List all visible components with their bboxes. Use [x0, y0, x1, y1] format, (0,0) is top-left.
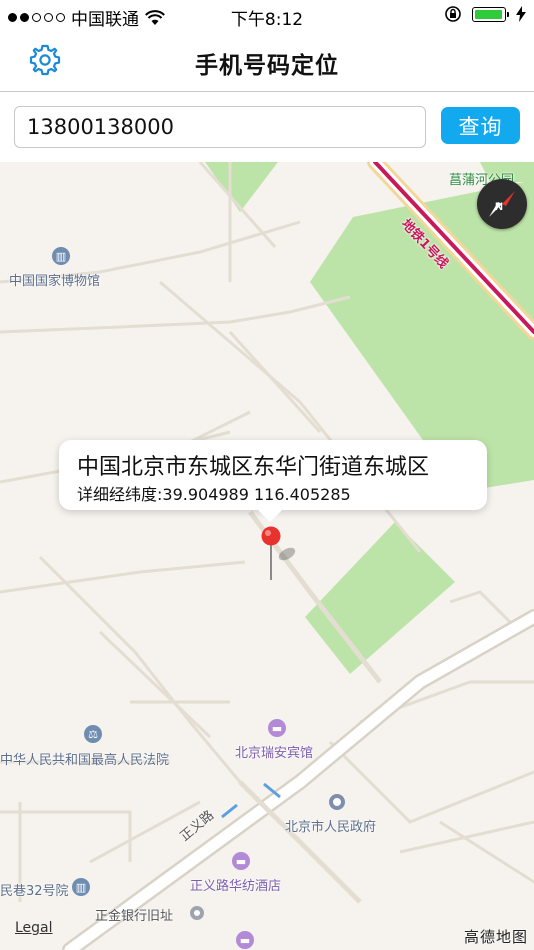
svg-text:N: N: [495, 201, 503, 213]
legal-link[interactable]: Legal: [15, 920, 53, 936]
location-callout[interactable]: 中国北京市东城区东华门街道东城区 详细经纬度:39.904989 116.405…: [59, 440, 487, 522]
government-icon: [329, 794, 345, 810]
landmark-dot-icon: [190, 906, 204, 920]
hotel-icon: ▬: [232, 852, 250, 870]
court-icon: ⚖: [84, 725, 102, 743]
compass-button[interactable]: N: [477, 179, 527, 229]
map-label-court[interactable]: 中华人民共和国最高人民法院: [0, 749, 169, 768]
status-bar: 中国联通 下午8:12: [0, 0, 534, 30]
map-label-bank-site[interactable]: 正金银行旧址: [95, 905, 173, 924]
map-label-hotel-huafang[interactable]: 正义路华纺酒店: [190, 875, 281, 894]
map-view[interactable]: ▥ 中国国家博物馆 菖蒲河公园 地铁1号线 ⚖ 中华人民共和国最高人民法院 ▬ …: [0, 162, 534, 950]
battery-level: [475, 9, 502, 19]
battery-icon: [472, 6, 509, 22]
map-label-gov[interactable]: 北京市人民政府: [285, 816, 376, 835]
map-label-hotel-ruian[interactable]: 北京瑞安宾馆: [235, 742, 313, 761]
map-label-museum[interactable]: 中国国家博物馆: [9, 270, 100, 289]
callout-address: 中国北京市东城区东华门街道东城区: [77, 455, 430, 480]
query-button[interactable]: 查询: [441, 107, 520, 144]
hotel-icon: ▬: [268, 719, 286, 737]
page-title: 手机号码定位: [195, 53, 339, 79]
callout-coordinates: 详细经纬度:39.904989 116.405285: [77, 485, 351, 504]
rotation-lock-icon: [445, 6, 461, 22]
location-pin-icon[interactable]: [261, 526, 296, 584]
hotel-icon: ▬: [236, 931, 254, 949]
map-label-alley[interactable]: 民巷32号院: [0, 880, 69, 899]
map-provider-logo: 高德地图: [463, 928, 528, 946]
navigation-bar: 手机号码定位: [0, 30, 534, 92]
phone-number-input[interactable]: [14, 106, 426, 148]
compass-icon: N: [489, 191, 515, 217]
museum-icon: ▥: [52, 247, 70, 265]
search-bar: 查询: [0, 92, 534, 162]
landmark-icon: ▥: [72, 878, 90, 896]
status-right: [444, 5, 526, 23]
charging-icon: [516, 6, 526, 22]
